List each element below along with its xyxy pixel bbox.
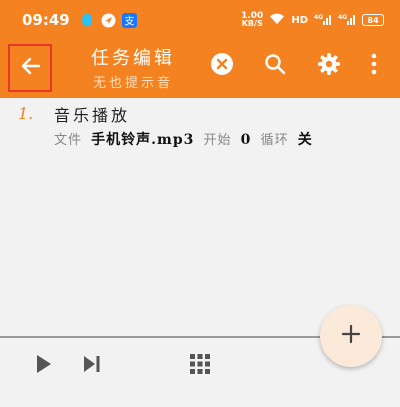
loop-value: 关 [297, 132, 313, 148]
more-vertical-icon [371, 53, 377, 79]
search-icon [263, 52, 287, 80]
app-bar: 任务编辑 无也提示音 [0, 40, 400, 98]
step-forward-button[interactable] [80, 354, 104, 378]
page-subtitle: 无也提示音 [92, 76, 173, 91]
qq-icon [80, 13, 95, 28]
grid-icon [189, 353, 211, 379]
add-task-button[interactable] [320, 305, 382, 367]
back-button[interactable] [8, 44, 52, 92]
file-label: 文件 [54, 133, 83, 148]
settings-button[interactable] [315, 52, 343, 80]
svg-text:支: 支 [124, 15, 134, 27]
status-time: 09:49 [22, 11, 70, 29]
hd-label: HD [291, 14, 308, 26]
list-item[interactable]: 1. 音乐播放 文件 手机铃声.mp3 开始 0 循环 关 [0, 98, 400, 160]
search-button[interactable] [261, 52, 289, 80]
task-detail: 文件 手机铃声.mp3 开始 0 循环 关 [54, 129, 317, 149]
loop-label: 循环 [260, 133, 289, 148]
network-speed: 1.00 KB/S [241, 11, 264, 28]
close-circle-icon [210, 52, 234, 80]
start-value: 0 [240, 132, 252, 148]
play-icon [35, 354, 53, 378]
alipay-icon: 支 [121, 12, 137, 28]
svg-text:4G: 4G [314, 14, 323, 21]
clear-button[interactable] [208, 52, 236, 80]
signal-icon: 4G [314, 13, 332, 28]
file-value: 手机铃声.mp3 [91, 132, 195, 148]
task-number: 1. [18, 104, 34, 123]
arrow-left-icon [19, 55, 41, 81]
apps-grid-button[interactable] [188, 354, 212, 378]
more-options-button[interactable] [362, 52, 386, 80]
page-title: 任务编辑 [91, 48, 175, 69]
task-list: 1. 音乐播放 文件 手机铃声.mp3 开始 0 循环 关 [0, 98, 400, 336]
status-indicators: 1.00 KB/S HD 4G 4G 84 [241, 12, 384, 28]
battery-indicator: 84 [362, 14, 384, 26]
signal-icon-2: 4G [338, 13, 356, 28]
plus-icon [341, 324, 361, 348]
svg-text:4G: 4G [338, 14, 347, 21]
skip-next-icon [82, 354, 102, 378]
navigation-app-icon [101, 13, 116, 28]
task-title: 音乐播放 [54, 106, 131, 125]
title-box: 任务编辑 无也提示音 [78, 44, 188, 91]
play-button[interactable] [32, 354, 56, 378]
gear-icon [317, 52, 341, 80]
status-bar: 09:49 支 1.00 KB/S HD 4G 4G 84 [0, 0, 400, 40]
wifi-icon [269, 13, 285, 28]
start-label: 开始 [203, 133, 232, 148]
